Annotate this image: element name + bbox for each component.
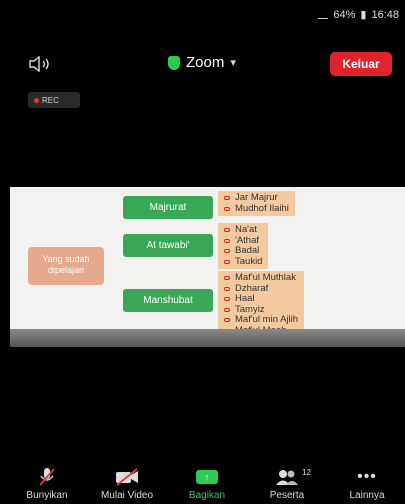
category-at-tawabi: At tawabi' <box>123 234 213 257</box>
bullet-icon <box>224 307 230 312</box>
meeting-toolbar: Bunyikan Mulai Video ↑ Bagikan 12 Pesert… <box>0 466 405 504</box>
list-item: Badal <box>224 245 262 257</box>
share-button[interactable]: ↑ Bagikan <box>172 466 242 501</box>
status-right: 64% ▮ 16:48 <box>318 8 399 21</box>
more-label: Lainnya <box>349 490 385 501</box>
video-off-icon <box>92 466 162 488</box>
battery-percent: 64% <box>333 8 356 21</box>
bullet-icon <box>224 228 230 233</box>
items-at-tawabi: Na'at 'Athaf Badal Taukid <box>218 223 269 269</box>
bullet-icon <box>224 196 230 201</box>
chevron-down-icon: ▾ <box>230 57 236 69</box>
bullet-icon <box>224 286 230 291</box>
items-manshubat: Maf'ul Muthlak Dzharaf Haal Tamyiz Maf'u… <box>218 271 305 338</box>
bullet-icon <box>224 238 230 243</box>
bullet-icon <box>224 206 230 211</box>
share-icon: ↑ <box>196 470 218 484</box>
signal-icon <box>318 11 329 19</box>
participants-count: 12 <box>302 468 311 477</box>
start-video-label: Mulai Video <box>100 490 154 501</box>
recording-badge: REC <box>28 92 80 108</box>
participants-icon <box>252 466 322 488</box>
leave-button[interactable]: Keluar <box>330 52 392 76</box>
list-item: Haal <box>224 293 298 305</box>
battery-icon: ▮ <box>360 9 367 21</box>
list-item: Jar Majrur <box>224 192 289 204</box>
app-title: Zoom <box>186 54 225 71</box>
shared-screen: Yang sudah dipelajari Majrurat Jar Majru… <box>10 187 405 347</box>
category-manshubat: Manshubat <box>123 289 213 312</box>
category-majrurat: Majrurat <box>123 196 213 219</box>
unmute-button[interactable]: Bunyikan <box>12 466 82 501</box>
meeting-title[interactable]: Zoom ▾ <box>168 54 236 71</box>
speaker-icon[interactable] <box>28 56 54 72</box>
list-item: Maf'ul min Ajlih <box>224 314 298 326</box>
slide-bottom-strip <box>10 329 405 347</box>
shield-icon <box>168 55 180 70</box>
more-icon: ••• <box>357 468 377 485</box>
share-label: Bagikan <box>188 490 226 501</box>
list-item: Mudhof Ilaihi <box>224 203 289 215</box>
unmute-label: Bunyikan <box>26 490 68 501</box>
meeting-top-bar: Zoom ▾ Keluar <box>0 48 405 78</box>
items-majrurat: Jar Majrur Mudhof Ilaihi <box>218 191 295 216</box>
bullet-icon <box>224 297 230 302</box>
rec-label: REC <box>42 95 59 105</box>
learned-box: Yang sudah dipelajari <box>28 247 104 285</box>
participants-button[interactable]: 12 Peserta <box>252 466 322 501</box>
bullet-icon <box>224 259 230 264</box>
status-bar: 64% ▮ 16:48 <box>0 0 405 26</box>
start-video-button[interactable]: Mulai Video <box>92 466 162 501</box>
bullet-icon <box>224 249 230 254</box>
list-item: Taukid <box>224 256 262 268</box>
record-dot-icon <box>34 97 39 103</box>
more-button[interactable]: ••• Lainnya <box>332 466 402 501</box>
clock: 16:48 <box>371 8 399 21</box>
bullet-icon <box>224 318 230 323</box>
list-item: Na'at <box>224 224 262 236</box>
bullet-icon <box>224 276 230 281</box>
list-item: Maf'ul Muthlak <box>224 272 298 284</box>
mic-off-icon <box>12 466 82 488</box>
participants-label: Peserta <box>269 490 305 501</box>
